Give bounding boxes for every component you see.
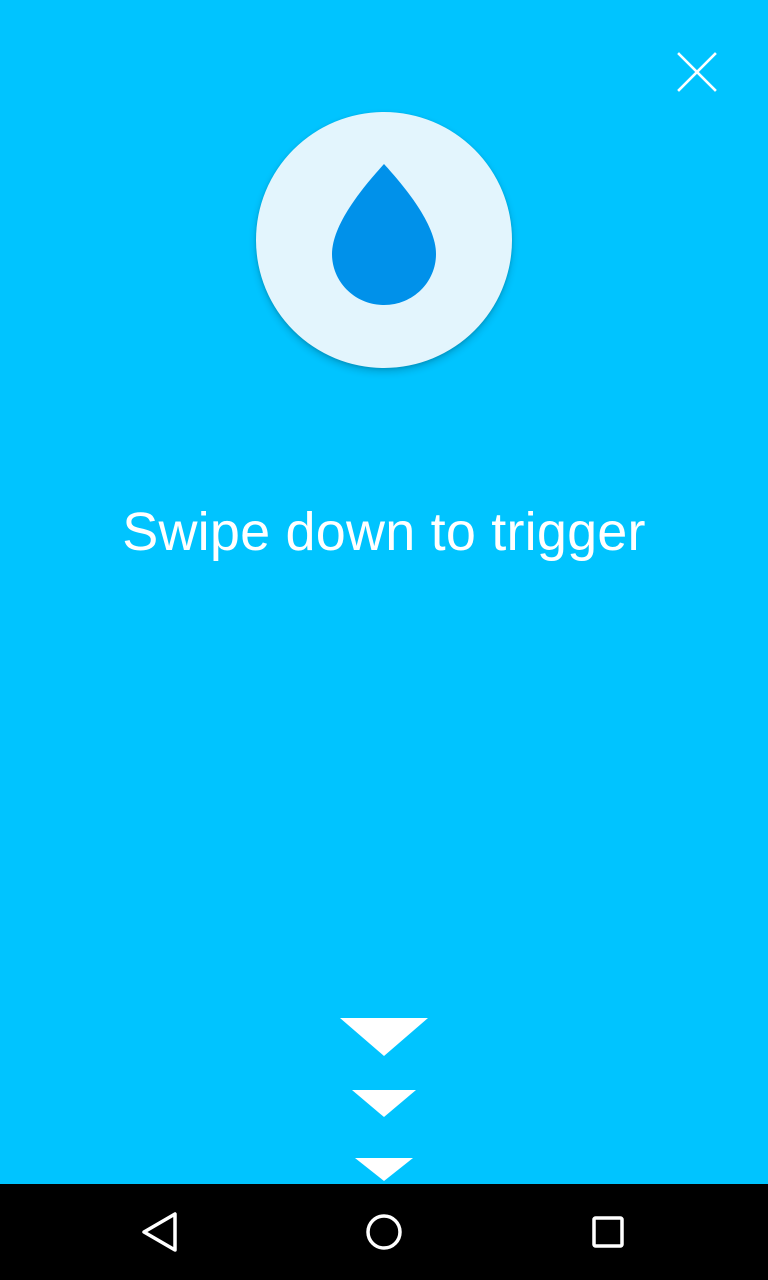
back-icon xyxy=(142,1212,177,1252)
hero-icon-circle xyxy=(256,112,512,368)
back-button[interactable] xyxy=(112,1184,208,1280)
swipe-instruction-text: Swipe down to trigger xyxy=(122,502,646,562)
trigger-screen[interactable]: Swipe down to trigger xyxy=(0,0,768,1184)
close-icon xyxy=(677,52,717,92)
recents-icon xyxy=(592,1216,624,1248)
close-button[interactable] xyxy=(670,46,724,100)
home-button[interactable] xyxy=(336,1184,432,1280)
chevron-down-icon xyxy=(340,1018,428,1056)
home-icon xyxy=(366,1214,402,1250)
navigation-bar xyxy=(0,1184,768,1280)
chevron-down-icon xyxy=(352,1090,416,1117)
water-drop-icon xyxy=(332,164,436,305)
recents-button[interactable] xyxy=(560,1184,656,1280)
chevron-down-icon xyxy=(355,1158,413,1181)
